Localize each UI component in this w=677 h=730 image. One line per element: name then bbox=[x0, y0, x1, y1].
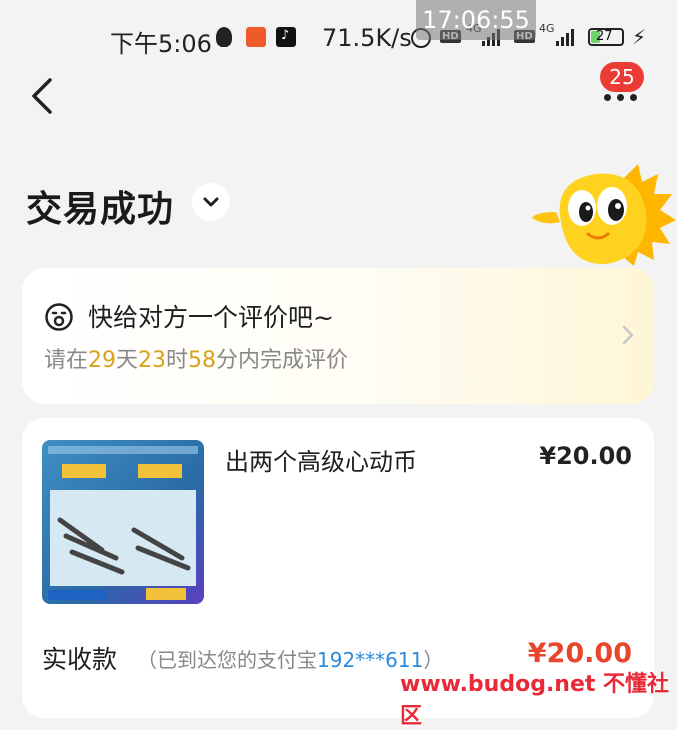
more-dots-icon bbox=[604, 94, 637, 101]
qq-icon bbox=[216, 27, 232, 47]
deadline-hours-unit: 时 bbox=[166, 348, 189, 373]
chevron-down-icon bbox=[203, 197, 219, 207]
deadline-minutes-unit: 分内完成评价 bbox=[216, 348, 349, 373]
chevron-right-icon bbox=[622, 325, 634, 345]
more-options-button[interactable]: 25 bbox=[596, 62, 650, 112]
product-title[interactable]: 出两个高级心动币 bbox=[225, 442, 417, 477]
review-prompt-card[interactable]: 快给对方一个评价吧~ 请在29天23时58分内完成评价 bbox=[22, 268, 654, 404]
received-amount-label: 实收款 bbox=[42, 645, 118, 674]
product-thumbnail[interactable] bbox=[42, 440, 204, 604]
deadline-hours: 23 bbox=[138, 348, 167, 373]
battery-icon: 27 bbox=[588, 28, 624, 46]
charging-icon: ⚡ bbox=[632, 25, 647, 49]
site-watermark: www.budog.net 不懂社区 bbox=[400, 672, 670, 729]
review-deadline: 请在29天23时58分内完成评价 bbox=[44, 342, 348, 374]
network-speed: 71.5K/s bbox=[322, 24, 412, 52]
battery-level: 27 bbox=[596, 29, 613, 44]
overlay-clock: 17:06:55 bbox=[416, 0, 536, 40]
status-bar: 下午5:06 71.5K/s HD 4G HD 4G 27 ⚡ bbox=[0, 0, 677, 70]
notification-badge: 25 bbox=[600, 62, 644, 92]
network-type-label-2: 4G bbox=[539, 22, 555, 35]
back-arrow-icon bbox=[32, 78, 52, 114]
media-app-icon bbox=[246, 27, 266, 47]
product-price: ¥20.00 bbox=[539, 442, 632, 470]
page-title: 交易成功 bbox=[26, 189, 175, 230]
deadline-minutes: 58 bbox=[188, 348, 217, 373]
deadline-days-unit: 天 bbox=[116, 348, 139, 373]
smiley-face-icon bbox=[45, 303, 73, 331]
tiktok-icon bbox=[276, 27, 296, 47]
status-dropdown-button[interactable] bbox=[192, 183, 230, 221]
mascot-fish-illustration bbox=[532, 164, 676, 266]
deadline-prefix: 请在 bbox=[44, 348, 89, 373]
signal-icon-2 bbox=[556, 26, 574, 46]
status-time: 下午5:06 bbox=[110, 30, 212, 58]
received-note: （已到达您的支付宝192***611） bbox=[137, 644, 443, 673]
deadline-days: 29 bbox=[88, 348, 117, 373]
review-prompt-title: 快给对方一个评价吧~ bbox=[88, 303, 334, 332]
received-note-prefix: （已到达您的支付宝 bbox=[137, 648, 317, 672]
game-screenshot-image bbox=[48, 446, 198, 600]
back-button[interactable] bbox=[26, 74, 66, 118]
received-amount: ¥20.00 bbox=[527, 638, 632, 669]
